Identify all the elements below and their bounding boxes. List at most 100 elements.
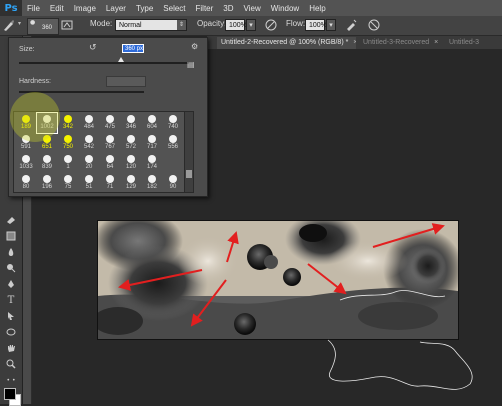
pressure-opacity-icon[interactable] <box>264 18 278 32</box>
brush-preset-189[interactable]: 189 <box>16 113 36 133</box>
brush-tip-icon <box>169 115 177 123</box>
tab-untitled-3-recovered[interactable]: Untitled-3-Recovered × <box>359 37 448 49</box>
reset-size-icon[interactable]: ↺ <box>89 43 97 53</box>
brush-tip-icon <box>22 135 30 143</box>
pen-tool-icon[interactable] <box>5 278 17 290</box>
brush-preset-750[interactable]: 750 <box>58 133 78 153</box>
brush-preset-64[interactable]: 64 <box>100 153 120 173</box>
brush-preset-1033[interactable]: 1033 <box>16 153 36 173</box>
brush-preset-size: 189 <box>20 124 31 130</box>
menu-type[interactable]: Type <box>131 4 158 13</box>
pressure-size-icon[interactable] <box>367 18 381 32</box>
mode-select[interactable]: Normal ⇕ <box>115 19 187 31</box>
zoom-tool-icon[interactable] <box>5 358 17 370</box>
ellipse-tool-icon[interactable] <box>5 326 17 338</box>
menu-layer[interactable]: Layer <box>101 4 131 13</box>
brush-preset-90[interactable]: 90 <box>163 173 183 192</box>
dodge-tool-icon[interactable] <box>5 262 17 274</box>
opacity-field[interactable]: 100% <box>225 19 247 31</box>
brush-preset-182[interactable]: 182 <box>142 173 162 192</box>
brush-preset-blank[interactable] <box>163 153 183 173</box>
preset-scrollbar[interactable] <box>184 111 194 193</box>
brush-preset-75[interactable]: 75 <box>58 173 78 192</box>
flow-dropdown[interactable]: ▾ <box>326 19 336 31</box>
brush-preset-size: 120 <box>125 164 136 170</box>
menu-edit[interactable]: Edit <box>45 4 69 13</box>
new-preset-icon[interactable]: ▤ <box>187 60 195 69</box>
brush-preset-196[interactable]: 196 <box>37 173 57 192</box>
brush-preset-120[interactable]: 120 <box>121 153 141 173</box>
brush-preset-picker[interactable]: ● 360 <box>27 18 59 35</box>
path-selection-tool-icon[interactable] <box>5 310 17 322</box>
brush-preset-size: 572 <box>125 144 136 150</box>
brush-tip-icon <box>127 135 135 143</box>
menu-select[interactable]: Select <box>158 4 190 13</box>
brush-preset-740[interactable]: 740 <box>163 113 183 133</box>
tab-untitled-3[interactable]: Untitled-3 <box>445 37 502 49</box>
brush-preset-767[interactable]: 767 <box>100 133 120 153</box>
brush-preset-size: 346 <box>125 124 136 130</box>
brush-preset-651[interactable]: 651 <box>37 133 57 153</box>
foreground-color-swatch[interactable] <box>4 388 16 400</box>
brush-preset-717[interactable]: 717 <box>142 133 162 153</box>
brush-preset-20[interactable]: 20 <box>79 153 99 173</box>
menu-filter[interactable]: Filter <box>191 4 219 13</box>
brush-preset-342[interactable]: 342 <box>58 113 78 133</box>
brush-preset-174[interactable]: 174 <box>142 153 162 173</box>
brush-preset-346[interactable]: 346 <box>121 113 141 133</box>
size-slider-track[interactable] <box>19 62 189 64</box>
document-canvas[interactable] <box>97 220 459 340</box>
close-icon[interactable]: × <box>431 39 441 46</box>
gear-icon[interactable]: ⚙ <box>191 42 198 51</box>
chevron-down-icon[interactable]: ▾ <box>18 20 21 27</box>
brush-preset-556[interactable]: 556 <box>163 133 183 153</box>
brush-preset-size: 342 <box>62 124 73 130</box>
size-value: 360 px <box>125 46 144 52</box>
brush-preset-80[interactable]: 80 <box>16 173 36 192</box>
brush-preset-1[interactable]: 1 <box>58 153 78 173</box>
size-input[interactable]: 360 px <box>122 44 144 53</box>
hand-tool-icon[interactable] <box>5 342 17 354</box>
gradient-tool-icon[interactable] <box>5 230 17 242</box>
menu-window[interactable]: Window <box>266 4 304 13</box>
brush-preset-484[interactable]: 484 <box>79 113 99 133</box>
brush-preset-839[interactable]: 839 <box>37 153 57 173</box>
brush-tip-icon <box>22 155 30 163</box>
menu-help[interactable]: Help <box>304 4 330 13</box>
brush-preset-604[interactable]: 604 <box>142 113 162 133</box>
hardness-input[interactable] <box>106 76 146 87</box>
close-icon[interactable]: × <box>350 39 356 46</box>
brush-preset-572[interactable]: 572 <box>121 133 141 153</box>
opacity-dropdown[interactable]: ▾ <box>246 19 256 31</box>
brush-preset-size: 182 <box>146 184 157 190</box>
scrollbar-thumb[interactable] <box>186 170 192 178</box>
hardness-slider-track[interactable] <box>19 91 144 93</box>
brush-preset-591[interactable]: 591 <box>16 133 36 153</box>
menu-3d[interactable]: 3D <box>218 4 238 13</box>
flow-field[interactable]: 100% <box>305 19 327 31</box>
blur-tool-icon[interactable] <box>5 246 17 258</box>
brush-preset-475[interactable]: 475 <box>100 113 120 133</box>
brush-preset-51[interactable]: 51 <box>79 173 99 192</box>
brush-preset-size: 651 <box>41 144 52 150</box>
brush-preset-1002[interactable]: 1002 <box>36 112 58 134</box>
menu-file[interactable]: File <box>22 4 45 13</box>
brush-preset-129[interactable]: 129 <box>121 173 141 192</box>
brush-preset-size: 484 <box>83 124 94 130</box>
brush-preset-size: 591 <box>20 144 31 150</box>
brush-preset-71[interactable]: 71 <box>100 173 120 192</box>
menu-view[interactable]: View <box>239 4 266 13</box>
size-slider-thumb[interactable] <box>118 57 124 62</box>
airbrush-icon[interactable] <box>344 18 358 32</box>
eraser-tool-icon[interactable] <box>5 214 17 226</box>
menu-image[interactable]: Image <box>69 4 101 13</box>
more-tools-icon[interactable]: • • <box>5 374 17 386</box>
brush-preset-size: 64 <box>106 164 114 170</box>
type-tool-icon[interactable]: T <box>5 294 17 306</box>
brush-tip-icon <box>106 155 114 163</box>
brush-panel-toggle-icon[interactable] <box>60 18 74 32</box>
brush-tool-preset-icon[interactable] <box>2 18 16 32</box>
brush-preset-542[interactable]: 542 <box>79 133 99 153</box>
brush-tip-icon <box>106 175 114 183</box>
tab-untitled-2-recovered[interactable]: Untitled-2-Recovered @ 100% (RGB/8) * × <box>217 37 356 49</box>
